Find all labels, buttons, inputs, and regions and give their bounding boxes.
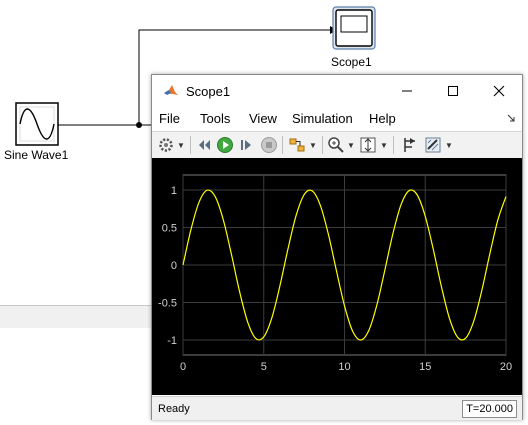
scope-block[interactable] xyxy=(332,6,376,50)
chevron-down-icon[interactable]: ▼ xyxy=(347,141,355,150)
chevron-down-icon[interactable]: ▼ xyxy=(380,141,388,150)
menu-help[interactable]: Help xyxy=(369,111,396,126)
menu-tools[interactable]: Tools xyxy=(200,111,230,126)
chevron-down-icon[interactable]: ▼ xyxy=(177,141,185,150)
menu-bar: File Tools View Simulation Help xyxy=(152,107,522,129)
status-bar: Ready T=20.000 xyxy=(152,396,522,420)
simulation-time: T=20.000 xyxy=(462,400,517,418)
y-tick-label: -1 xyxy=(167,335,177,347)
step-back-icon[interactable] xyxy=(196,136,214,154)
highlight-icon[interactable] xyxy=(288,136,306,154)
maximize-button[interactable] xyxy=(430,75,476,107)
toolbar-separator xyxy=(393,136,394,154)
x-tick-label: 20 xyxy=(500,361,512,373)
y-tick-label: 0.5 xyxy=(162,223,177,235)
menu-file[interactable]: File xyxy=(159,111,180,126)
scope-screen-icon xyxy=(340,15,368,33)
y-tick-label: -0.5 xyxy=(158,298,177,310)
stop-icon[interactable] xyxy=(260,136,278,154)
minimize-icon xyxy=(402,90,412,92)
status-text: Ready xyxy=(158,403,190,415)
y-tick-label: 0 xyxy=(171,260,177,272)
sine-wave-label: Sine Wave1 xyxy=(4,148,69,162)
step-forward-icon[interactable] xyxy=(238,136,256,154)
x-tick-label: 5 xyxy=(261,361,267,373)
x-tick-label: 10 xyxy=(338,361,350,373)
menu-simulation[interactable]: Simulation xyxy=(292,111,353,126)
run-icon[interactable] xyxy=(216,136,234,154)
triggers-icon[interactable] xyxy=(424,136,442,154)
chevron-down-icon[interactable]: ▼ xyxy=(309,141,317,150)
close-icon xyxy=(493,85,505,97)
y-tick-label: 1 xyxy=(171,185,177,197)
scale-axes-icon[interactable] xyxy=(359,136,377,154)
menu-view[interactable]: View xyxy=(249,111,277,126)
sine-wave-block[interactable] xyxy=(15,102,59,146)
toolbar: ▼ ▼ ▼ ▼ ▼ xyxy=(152,131,522,159)
toolbar-separator xyxy=(322,136,323,154)
toolbar-separator xyxy=(190,136,191,154)
maximize-icon xyxy=(448,86,458,96)
canvas-scrollbar-horizontal[interactable] xyxy=(0,305,160,328)
close-button[interactable] xyxy=(476,75,522,107)
scope-plot[interactable]: 0 5 10 15 20 1 0.5 0 -0.5 -1 xyxy=(152,158,522,395)
minimize-button[interactable] xyxy=(384,75,430,107)
gear-icon[interactable] xyxy=(157,136,175,154)
toolbar-separator xyxy=(282,136,283,154)
cursor-measure-icon[interactable] xyxy=(401,136,419,154)
x-tick-label: 0 xyxy=(180,361,186,373)
scope-window[interactable]: Scope1 File Tools View Simulation Help ▼ xyxy=(151,74,523,420)
zoom-in-icon[interactable] xyxy=(327,136,345,154)
window-title: Scope1 xyxy=(186,84,231,99)
matlab-logo-icon xyxy=(164,85,178,95)
title-bar[interactable]: Scope1 xyxy=(152,75,522,107)
scope-chart: 0 5 10 15 20 1 0.5 0 -0.5 -1 xyxy=(158,174,512,373)
scope-block-label: Scope1 xyxy=(331,55,372,69)
undock-arrow-icon[interactable] xyxy=(507,114,515,122)
chevron-down-icon[interactable]: ▼ xyxy=(445,141,453,150)
x-tick-label: 15 xyxy=(419,361,431,373)
